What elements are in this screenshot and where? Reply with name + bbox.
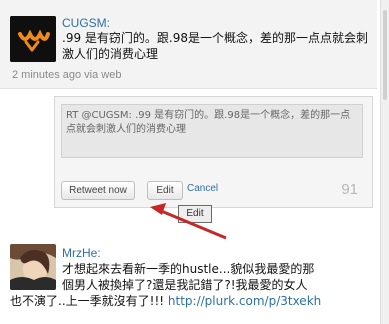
- timeline: CUGSM: .99 是有窃门的。跟.98是一个概念，差的那一点点就会刺激人们的…: [0, 0, 389, 324]
- tweet-link[interactable]: http://plurk.com/p/3txekh: [168, 294, 321, 308]
- retweet-now-button[interactable]: Retweet now: [61, 181, 135, 200]
- tweet-username[interactable]: MrzHe:: [62, 246, 101, 260]
- avatar[interactable]: [10, 244, 56, 290]
- tweet-text-line: 個男人被換掉了?還是我記錯了?!我最愛的女人: [62, 278, 308, 292]
- retweet-panel: RT @CUGSM: .99 是有窃门的。跟.98是一个概念，差的那一点点就会刺…: [54, 96, 373, 208]
- china-unicom-logo-icon: [10, 16, 56, 62]
- user-photo-icon: [10, 244, 56, 290]
- tweet-item: MrzHe: 才想起來去看新一季的hustle...貌似我最愛的那 個男人被換掉…: [0, 236, 377, 324]
- tweet-text: 才想起來去看新一季的hustle...貌似我最愛的那 個男人被換掉了?還是我記錯…: [10, 261, 372, 309]
- scrollbar-thumb[interactable]: [383, 10, 387, 100]
- tweet-meta: 2 minutes ago via web: [12, 69, 122, 81]
- tweet-text: .99 是有窃门的。跟.98是一个概念，差的那一点点就会刺激人们的消费心理: [62, 31, 368, 61]
- tweet-username[interactable]: CUGSM:: [62, 16, 110, 30]
- edit-tooltip: Edit: [178, 205, 212, 223]
- retweet-textarea[interactable]: RT @CUGSM: .99 是有窃门的。跟.98是一个概念，差的那一点点就会刺…: [61, 104, 363, 158]
- avatar[interactable]: [10, 16, 56, 62]
- edit-button[interactable]: Edit: [147, 181, 183, 200]
- scrollbar[interactable]: [380, 0, 389, 324]
- cancel-link[interactable]: Cancel: [187, 183, 218, 194]
- tweet-item: CUGSM: .99 是有窃门的。跟.98是一个概念，差的那一点点就会刺激人们的…: [0, 0, 377, 89]
- tweet-text-segment: 也不演了..上一季就沒有了!!!: [10, 294, 165, 308]
- tweet-text-line: 才想起來去看新一季的hustle...貌似我最愛的那: [62, 262, 315, 276]
- tweet-text-line: 也不演了..上一季就沒有了!!! http://plurk.com/p/3txe…: [10, 293, 372, 309]
- character-count: 91: [341, 181, 358, 198]
